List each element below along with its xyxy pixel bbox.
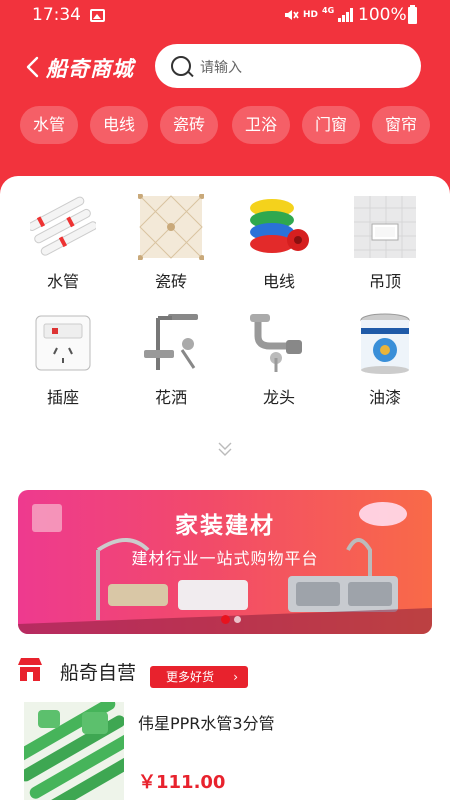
shop-title: 船奇商城 xyxy=(46,57,134,81)
wire-icon xyxy=(250,199,309,253)
tile-icon xyxy=(138,194,204,260)
banner-title: 家装建材 xyxy=(175,513,275,539)
category-label: 油漆 xyxy=(368,388,401,407)
chip-tile[interactable]: 瓷砖 xyxy=(160,106,218,144)
category-label: 水管 xyxy=(46,272,79,291)
chevron-right-icon: › xyxy=(233,670,238,684)
category-shower[interactable]: 花洒 xyxy=(126,310,216,420)
faucet-icon xyxy=(250,314,302,372)
category-label: 吊顶 xyxy=(368,272,401,291)
category-faucet[interactable]: 龙头 xyxy=(234,310,324,420)
search-input[interactable]: 请输入 xyxy=(200,57,242,77)
hd-indicator: HD xyxy=(303,10,319,20)
chip-curtain[interactable]: 窗帘 xyxy=(372,106,430,144)
chip-door-window[interactable]: 门窗 xyxy=(302,106,360,144)
status-bar: 17:34 HD 4G 100% xyxy=(0,0,450,32)
status-time: 17:34 xyxy=(32,5,81,25)
product-name: 伟星PPR水管3分管 xyxy=(138,714,275,733)
category-label: 电线 xyxy=(262,272,295,291)
mute-icon xyxy=(285,10,299,20)
expand-chevron-icon[interactable] xyxy=(216,440,234,458)
more-goods-label: 更多好货 xyxy=(166,670,215,684)
store-icon xyxy=(18,658,42,681)
signal-icon xyxy=(338,8,354,22)
category-chips: 水管 电线 瓷砖 卫浴 门窗 窗帘 xyxy=(0,106,450,144)
product-card[interactable]: 伟星PPR水管3分管 ￥111.00 xyxy=(24,702,424,800)
paint-icon xyxy=(360,313,410,374)
back-arrow-icon[interactable] xyxy=(24,56,42,78)
banner-subtitle: 建材行业一站式购物平台 xyxy=(131,549,319,568)
shower-icon xyxy=(144,314,198,370)
more-goods-button[interactable]: 更多好货 › xyxy=(150,666,248,688)
chip-wire[interactable]: 电线 xyxy=(90,106,148,144)
carousel-dot[interactable] xyxy=(234,616,241,623)
store-name: 船奇自营 xyxy=(60,662,137,684)
category-label: 花洒 xyxy=(154,388,187,407)
socket-icon xyxy=(35,315,91,371)
product-image xyxy=(24,702,124,800)
category-wire[interactable]: 电线 xyxy=(234,194,324,304)
category-label: 插座 xyxy=(46,388,79,407)
search-icon xyxy=(171,56,191,76)
chip-bathroom[interactable]: 卫浴 xyxy=(232,106,290,144)
battery-icon xyxy=(408,5,417,24)
product-price: ￥111.00 xyxy=(138,772,226,793)
category-label: 瓷砖 xyxy=(154,272,187,291)
promo-banner[interactable]: 家装建材 建材行业一站式购物平台 xyxy=(18,490,432,634)
store-section-header: 船奇自营 更多好货 › xyxy=(0,652,450,692)
search-box[interactable]: 请输入 xyxy=(155,44,421,88)
carousel-dot-active[interactable] xyxy=(221,615,230,624)
category-paint[interactable]: 油漆 xyxy=(340,310,430,420)
category-label: 龙头 xyxy=(262,388,295,407)
category-socket[interactable]: 插座 xyxy=(18,310,108,420)
chip-pipe[interactable]: 水管 xyxy=(20,106,78,144)
category-pipe[interactable]: 水管 xyxy=(18,194,108,304)
app-header: 船奇商城 请输入 xyxy=(0,40,450,94)
category-tile[interactable]: 瓷砖 xyxy=(126,194,216,304)
battery-level: 100% xyxy=(358,5,407,25)
pipe-icon xyxy=(30,196,96,256)
category-ceiling[interactable]: 吊顶 xyxy=(340,194,430,304)
ceiling-icon xyxy=(354,196,416,258)
network-type: 4G xyxy=(322,6,335,15)
image-notification-icon xyxy=(90,9,105,22)
